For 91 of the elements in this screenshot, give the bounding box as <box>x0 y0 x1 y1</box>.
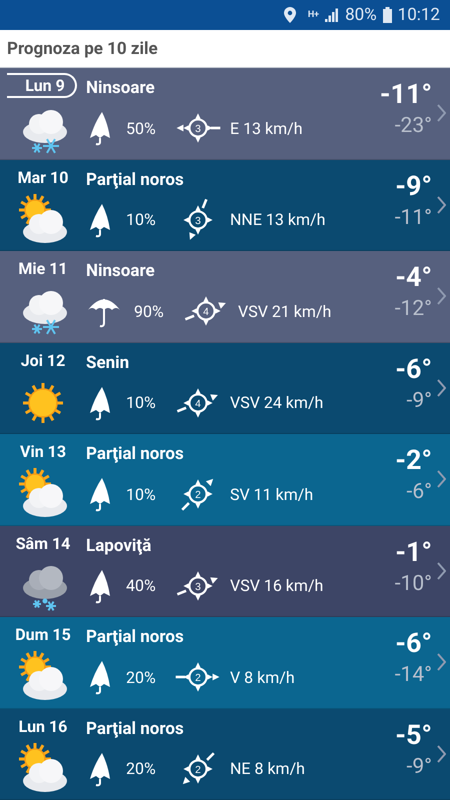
signal-icon <box>325 8 340 22</box>
wind-force: 2 <box>195 490 201 501</box>
precip-chance: 20% <box>126 668 157 686</box>
compass-icon <box>183 662 213 692</box>
clock: 10:12 <box>398 5 440 25</box>
forecast-row[interactable]: Lun 16 Parţial noros 20% 2 NE 8 km/h -5° -9° <box>0 708 450 800</box>
day-date: Lun 9 <box>7 73 77 98</box>
wind-arrow-icon <box>176 394 218 412</box>
day-date: Mie 11 <box>17 258 69 279</box>
wind-force: 3 <box>195 581 201 592</box>
day-date: Vin 13 <box>19 441 67 462</box>
day-date: Sâm 14 <box>14 532 72 554</box>
precip-chance: 40% <box>126 576 157 595</box>
wind-arrow-icon <box>176 674 220 680</box>
chevron-right-icon <box>436 653 446 672</box>
chevron-right-icon <box>436 287 446 306</box>
wind-text: NE 8 km/h <box>230 759 305 778</box>
forecast-row[interactable]: Sâm 14 Lapoviţă 40% 3 VSV 16 km/h -1° -10° <box>0 526 450 617</box>
wind-arrow-icon <box>189 198 208 240</box>
high-temp: -2° <box>395 444 432 476</box>
wind-text: VSV 21 km/h <box>238 302 332 320</box>
forecast-row[interactable]: Mie 11 Ninsoare 90% 4 VSV 21 km/h -4° -12° <box>0 251 450 342</box>
low-temp: -6° <box>406 480 432 504</box>
wind-force: 3 <box>195 124 201 135</box>
compass-icon <box>183 113 213 143</box>
chevron-right-icon <box>436 104 446 122</box>
low-temp: -11° <box>394 206 432 230</box>
wind-text: VSV 16 km/h <box>230 576 324 595</box>
forecast-row[interactable]: Joi 12 Senin 10% 4 VSV 24 km/h -6° -9° <box>0 342 450 434</box>
forecast-row[interactable]: Dum 15 Parţial noros 20% 2 V 8 km/h -6° -14° <box>0 617 450 708</box>
compass-icon <box>183 388 213 418</box>
wind-arrow-icon <box>184 302 226 321</box>
condition-text: Parţial noros <box>86 627 185 647</box>
wind-force: 2 <box>195 672 201 684</box>
compass-icon <box>183 570 213 600</box>
day-date: Lun 16 <box>18 716 68 736</box>
chevron-right-icon <box>436 470 446 488</box>
precip-chance: 10% <box>126 210 157 229</box>
wind-force: 4 <box>195 398 201 410</box>
day-date: Mar 10 <box>16 166 70 188</box>
wind-text: VSV 24 km/h <box>230 393 324 412</box>
high-temp: -5° <box>395 718 432 750</box>
wind-text: V 8 km/h <box>230 668 295 686</box>
page-title: Prognoza pe 10 zile <box>7 38 158 58</box>
low-temp: -23° <box>394 114 432 138</box>
day-date: Dum 15 <box>14 624 72 645</box>
wind-arrow-icon <box>176 576 218 596</box>
precip-chance: 90% <box>134 302 165 320</box>
precip-chance: 50% <box>126 118 157 138</box>
low-temp: -9° <box>406 754 432 778</box>
day-date: Joi 12 <box>20 350 66 370</box>
forecast-row[interactable]: Lun 9 Ninsoare 50% 3 E 13 km/h -11° -23° <box>0 68 450 160</box>
high-temp: -11° <box>380 78 432 110</box>
compass-icon <box>191 296 221 326</box>
forecast-row[interactable]: Vin 13 Parţial noros 10% 2 SV 11 km/h -2° -6° <box>0 434 450 526</box>
wind-force: 3 <box>195 215 201 226</box>
low-temp: -12° <box>394 297 432 321</box>
chevron-right-icon <box>436 196 446 214</box>
wind-text: SV 11 km/h <box>230 484 314 504</box>
condition-text: Parţial noros <box>86 718 185 738</box>
high-temp: -6° <box>395 352 432 384</box>
wind-text: E 13 km/h <box>230 118 303 138</box>
wind-force: 2 <box>195 764 201 776</box>
precip-chance: 10% <box>126 484 157 504</box>
condition-text: Senin <box>86 352 130 372</box>
wind-force: 4 <box>203 306 209 318</box>
compass-icon <box>183 204 213 234</box>
network-type: H+ <box>308 10 320 20</box>
wind-text: NNE 13 km/h <box>230 210 326 229</box>
precip-chance: 10% <box>126 393 157 412</box>
battery-percent: 80% <box>345 5 377 25</box>
wind-arrow-icon <box>176 124 220 132</box>
chevron-right-icon <box>436 562 446 580</box>
condition-text: Parţial noros <box>86 170 185 190</box>
high-temp: -9° <box>395 170 432 202</box>
battery-icon <box>382 7 392 23</box>
low-temp: -10° <box>394 572 432 596</box>
chevron-right-icon <box>436 744 446 763</box>
condition-text: Ninsoare <box>86 78 156 98</box>
forecast-row[interactable]: Mar 10 Parţial noros 10% 3 NNE 13 km/h -9° -11° <box>0 160 450 251</box>
condition-text: Ninsoare <box>86 261 156 281</box>
high-temp: -4° <box>395 261 432 293</box>
location-pin-icon <box>284 7 296 23</box>
chevron-right-icon <box>436 378 446 397</box>
precip-chance: 20% <box>126 759 157 778</box>
low-temp: -9° <box>406 388 432 412</box>
high-temp: -6° <box>395 627 432 659</box>
high-temp: -1° <box>395 536 432 568</box>
low-temp: -14° <box>394 663 432 687</box>
condition-text: Parţial noros <box>86 444 185 464</box>
condition-text: Lapoviţă <box>86 536 152 556</box>
